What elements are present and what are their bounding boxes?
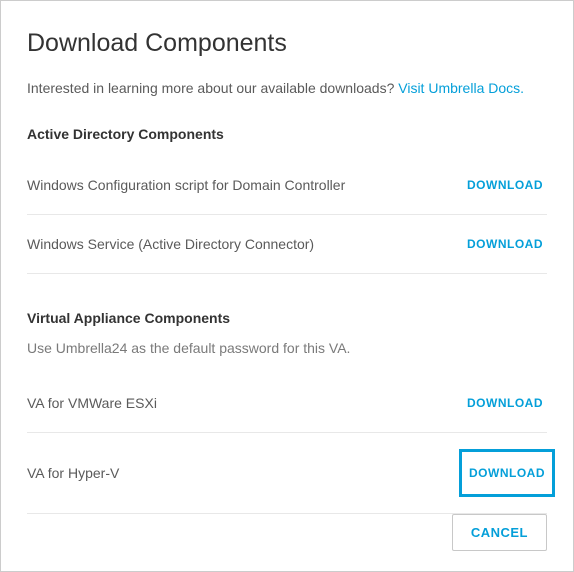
section-virtual-appliance: Virtual Appliance Components Use Umbrell… [27, 310, 547, 514]
list-item: VA for Hyper-V DOWNLOAD [27, 433, 547, 514]
intro-text-container: Interested in learning more about our av… [27, 80, 547, 96]
item-label: Windows Service (Active Directory Connec… [27, 236, 314, 252]
section-active-directory: Active Directory Components Windows Conf… [27, 126, 547, 274]
list-item: VA for VMWare ESXi DOWNLOAD [27, 374, 547, 433]
download-components-dialog: Download Components Interested in learni… [0, 0, 574, 572]
download-button[interactable]: DOWNLOAD [463, 172, 547, 198]
download-button-hyperv[interactable]: DOWNLOAD [459, 449, 555, 497]
section-subtext: Use Umbrella24 as the default password f… [27, 340, 547, 356]
list-item: Windows Configuration script for Domain … [27, 156, 547, 215]
item-label: VA for VMWare ESXi [27, 395, 157, 411]
list-item: Windows Service (Active Directory Connec… [27, 215, 547, 274]
download-button[interactable]: DOWNLOAD [463, 390, 547, 416]
item-label: VA for Hyper-V [27, 465, 119, 481]
section-header: Active Directory Components [27, 126, 547, 142]
section-header: Virtual Appliance Components [27, 310, 547, 326]
visit-docs-link[interactable]: Visit Umbrella Docs. [398, 80, 524, 96]
intro-text: Interested in learning more about our av… [27, 80, 398, 96]
dialog-footer: CANCEL [452, 514, 547, 551]
item-label: Windows Configuration script for Domain … [27, 177, 345, 193]
section-gap [27, 274, 547, 302]
cancel-button[interactable]: CANCEL [452, 514, 547, 551]
download-button[interactable]: DOWNLOAD [463, 231, 547, 257]
dialog-title: Download Components [27, 29, 547, 58]
